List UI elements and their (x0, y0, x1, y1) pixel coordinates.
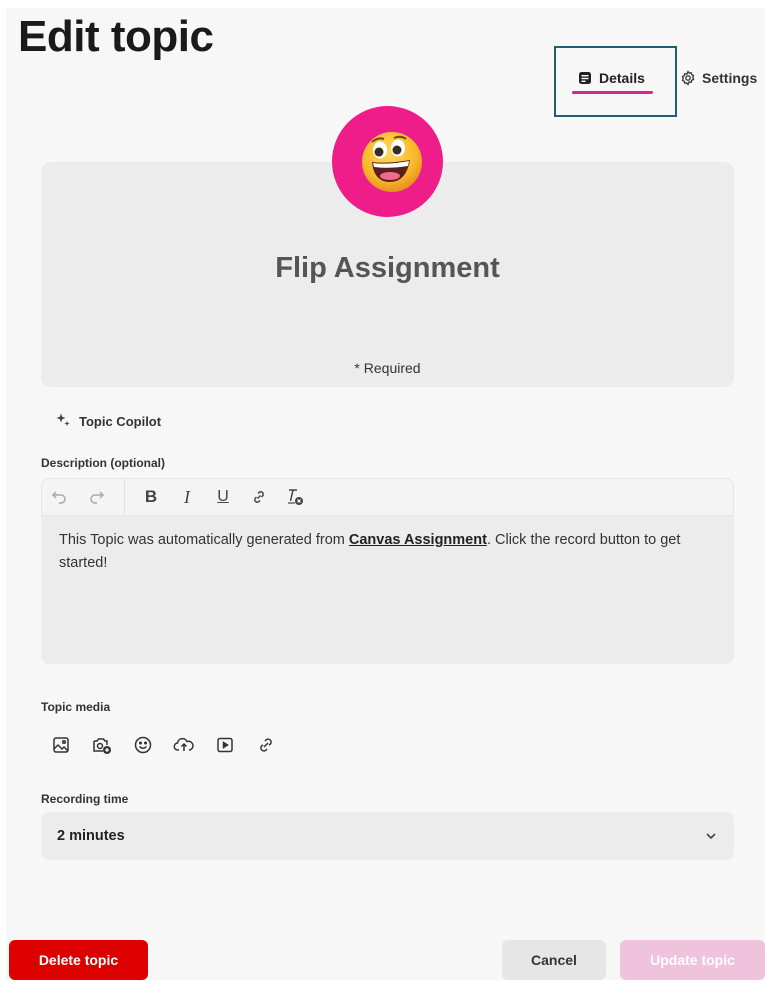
bold-button[interactable]: B (133, 479, 169, 515)
topic-media-label: Topic media (41, 700, 111, 714)
link-icon (259, 738, 272, 752)
video-icon (216, 737, 233, 753)
add-emoji-button[interactable] (128, 733, 157, 757)
add-video-button[interactable] (210, 733, 239, 757)
description-text-before: This Topic was automatically generated f… (59, 532, 349, 548)
recording-time-value: 2 minutes (57, 828, 125, 844)
gear-icon (680, 70, 696, 86)
details-icon (577, 70, 593, 86)
update-topic-button[interactable]: Update topic (620, 940, 765, 980)
tab-settings-label: Settings (702, 70, 758, 86)
upload-cloud-icon (173, 737, 194, 751)
topic-media-toolbar (46, 733, 280, 757)
canvas-assignment-link[interactable]: Canvas Assignment (349, 532, 487, 548)
undo-icon (51, 491, 66, 504)
topic-avatar[interactable] (332, 106, 443, 217)
delete-topic-button[interactable]: Delete topic (9, 940, 148, 980)
tab-settings[interactable]: Settings (680, 70, 757, 86)
tab-details-label: Details (599, 70, 645, 86)
grinning-face-emoji-icon (362, 132, 422, 192)
active-tab-indicator (572, 91, 653, 94)
camera-add-icon (92, 738, 111, 754)
add-photo-button[interactable] (87, 733, 116, 757)
cancel-button[interactable]: Cancel (502, 940, 606, 980)
topic-copilot-label: Topic Copilot (79, 414, 162, 429)
link-button[interactable] (241, 479, 277, 515)
description-label: Description (optional) (41, 456, 165, 470)
italic-button[interactable]: I (169, 479, 205, 515)
toolbar-divider (124, 479, 125, 515)
clear-format-button[interactable] (277, 479, 313, 515)
page-title: Edit topic (18, 12, 214, 61)
recording-time-select[interactable]: 2 minutes (41, 812, 734, 860)
clear-format-icon (288, 489, 303, 505)
recording-time-label: Recording time (41, 792, 129, 806)
image-icon (52, 737, 69, 753)
bold-icon: B (144, 487, 158, 506)
topic-title-input[interactable]: Flip Assignment (41, 252, 734, 285)
description-toolbar: B I U (41, 478, 734, 516)
underline-button[interactable]: U (205, 479, 241, 515)
topic-copilot-button[interactable]: Topic Copilot (55, 412, 161, 431)
sparkle-icon (55, 412, 71, 431)
underline-icon: U (217, 488, 229, 505)
tab-details[interactable]: Details (577, 70, 645, 86)
undo-button[interactable] (42, 479, 78, 515)
upload-button[interactable] (169, 733, 198, 757)
redo-icon (90, 491, 105, 504)
required-note: * Required (354, 360, 421, 376)
add-image-button[interactable] (46, 733, 75, 757)
redo-button[interactable] (78, 479, 114, 515)
emoji-icon (134, 736, 151, 754)
italic-icon: I (184, 486, 190, 507)
chevron-down-icon (706, 833, 716, 840)
add-link-button[interactable] (251, 733, 280, 757)
link-icon (254, 491, 264, 503)
description-editor[interactable]: This Topic was automatically generated f… (41, 516, 734, 664)
